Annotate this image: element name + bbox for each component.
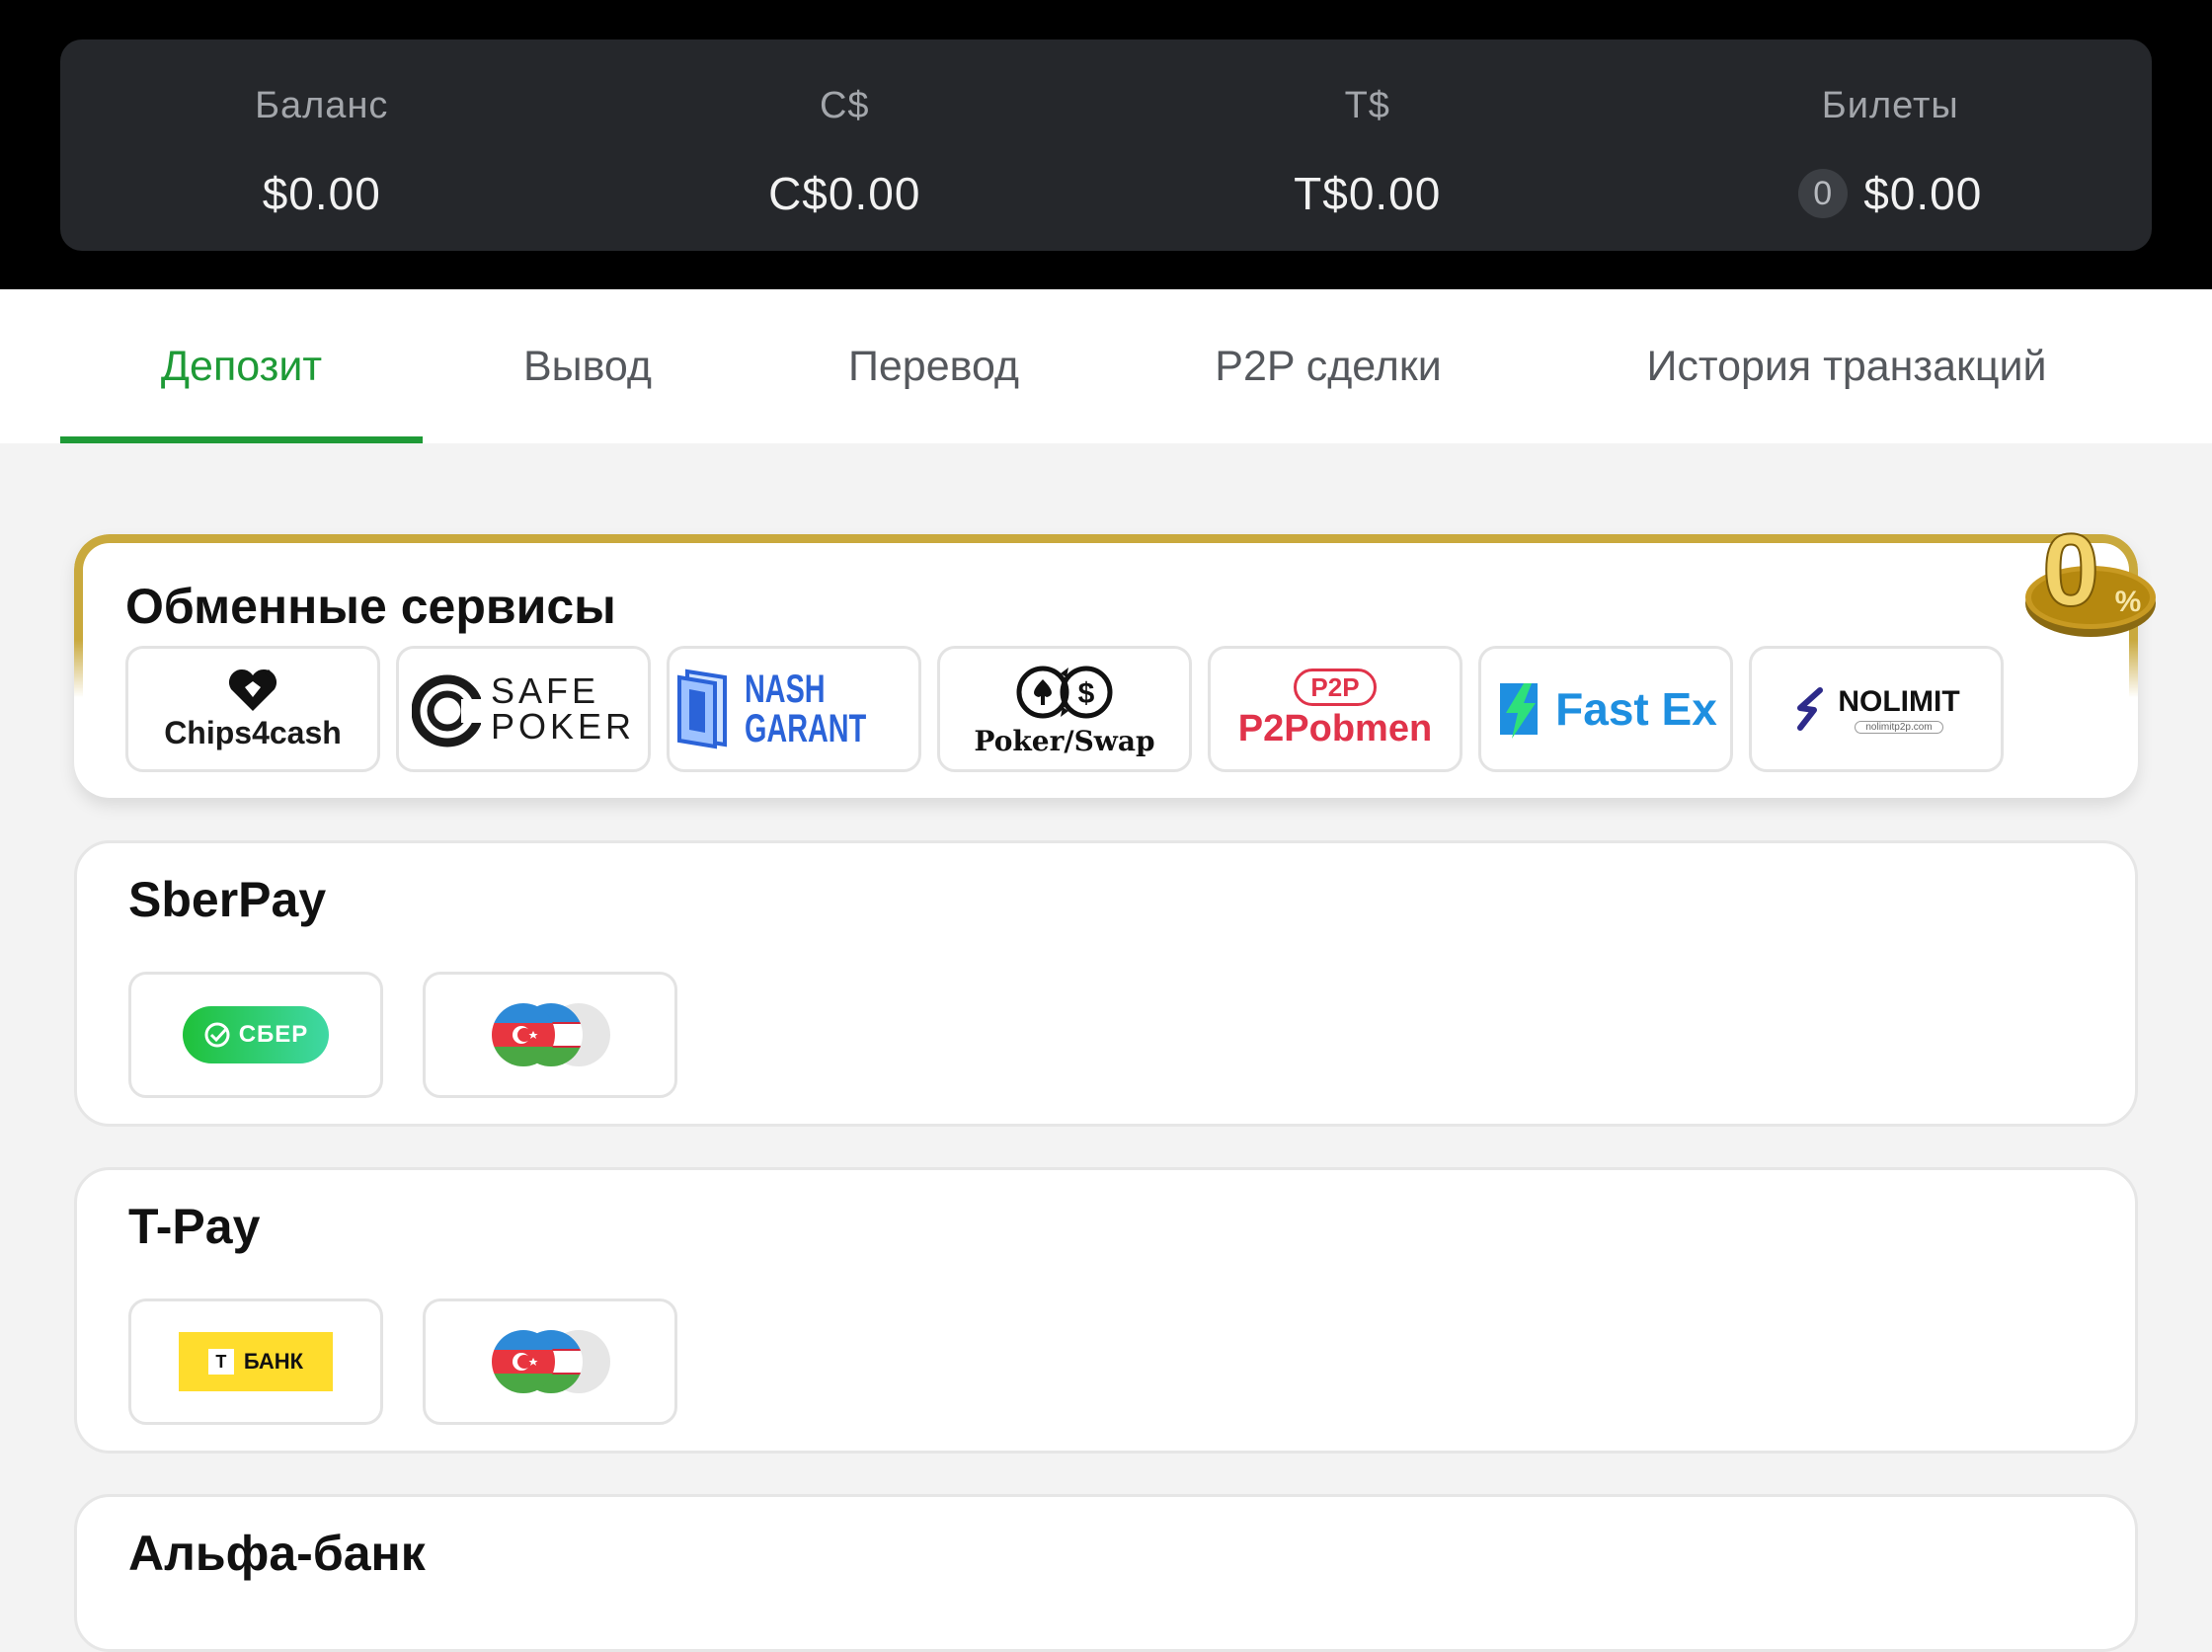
balance-item-tickets: Билеты 0 $0.00 xyxy=(1629,39,2153,251)
balance-card: Баланс $0.00 C$ C$0.00 T$ T$0.00 Билеты … xyxy=(60,39,2152,251)
balance-item-main: Баланс $0.00 xyxy=(60,39,584,251)
sber-label: СБЕР xyxy=(238,1021,309,1048)
method-flag-countries[interactable] xyxy=(423,1298,677,1425)
service-poker-swap[interactable]: $ Poker/Swap xyxy=(937,646,1192,772)
service-fast-ex[interactable]: Fast Ex xyxy=(1478,646,1733,772)
tab-bar: Депозит Вывод Перевод P2P сделки История… xyxy=(0,289,2212,443)
tab-transaction-history[interactable]: История транзакций xyxy=(1620,289,2074,443)
nash-bottom: GARANT xyxy=(745,707,867,750)
safe-poker-top: SAFE xyxy=(490,670,599,711)
checkmark-circle-icon xyxy=(204,1022,230,1048)
nolimit-url: nolimitp2p.com xyxy=(1855,720,1943,734)
tab-deposit[interactable]: Депозит xyxy=(60,289,423,443)
method-tbank[interactable]: Т БАНК xyxy=(128,1298,383,1425)
poker-swap-icon: $ xyxy=(1016,666,1113,718)
method-sber[interactable]: СБЕР xyxy=(128,972,383,1098)
safe-poker-bottom: POKER xyxy=(490,706,636,747)
balance-value: C$0.00 xyxy=(768,168,921,219)
service-label: Chips4cash xyxy=(164,714,342,750)
tab-withdraw[interactable]: Вывод xyxy=(494,289,681,443)
balance-header: Баланс $0.00 C$ C$0.00 T$ T$0.00 Билеты … xyxy=(0,0,2212,289)
sberpay-method-list: СБЕР xyxy=(128,972,677,1098)
service-safe-poker[interactable]: SAFE POKER xyxy=(396,646,651,772)
lightning-icon xyxy=(1500,683,1539,739)
service-label: P2Pobmen xyxy=(1237,707,1433,749)
sberpay-title: SberPay xyxy=(128,872,327,927)
exchange-services-title: Обменные сервисы xyxy=(125,579,616,634)
nash-top: NASH xyxy=(745,668,827,711)
tpay-card: T-Pay Т БАНК xyxy=(74,1167,2138,1454)
alfa-bank-card: Альфа-банк xyxy=(74,1494,2138,1652)
balance-label: Билеты xyxy=(1821,85,1959,126)
safe-poker-icon xyxy=(411,674,481,747)
balance-item-cash: C$ C$0.00 xyxy=(584,39,1107,251)
tpay-title: T-Pay xyxy=(128,1199,261,1254)
tbank-letter: Т xyxy=(207,1349,234,1375)
badge-percent: % xyxy=(2115,586,2142,618)
sberpay-card: SberPay СБЕР xyxy=(74,840,2138,1127)
svg-text:$: $ xyxy=(1078,677,1095,710)
balance-item-tournament: T$ T$0.00 xyxy=(1106,39,1629,251)
tickets-value-row: 0 $0.00 xyxy=(1798,166,1982,221)
method-flag-countries[interactable] xyxy=(423,972,677,1098)
balance-value: T$0.00 xyxy=(1294,168,1442,219)
nash-garant-icon xyxy=(677,669,728,749)
service-nolimit[interactable]: NOLIMIT nolimitp2p.com xyxy=(1749,646,2004,772)
tab-p2p-deals[interactable]: P2P сделки xyxy=(1197,289,1460,443)
service-label: Poker/Swap xyxy=(974,724,1155,757)
zero-percent-badge-icon: 0 % xyxy=(2025,520,2156,637)
service-nash-garant[interactable]: NASH GARANT xyxy=(667,646,921,772)
service-label: NOLIMIT xyxy=(1838,684,1960,718)
service-chips4cash[interactable]: Chips4cash xyxy=(125,646,380,772)
nolimit-icon xyxy=(1797,687,1824,731)
tab-transfer[interactable]: Перевод xyxy=(828,289,1040,443)
exchange-service-list: Chips4cash SAFE POKER NASH GARANT $ Poke… xyxy=(125,646,2004,772)
balance-value: $0.00 xyxy=(262,168,381,219)
tpay-method-list: Т БАНК xyxy=(128,1298,677,1425)
balance-value: $0.00 xyxy=(1863,168,1983,219)
country-flags-icon xyxy=(492,1330,610,1393)
country-flags-icon xyxy=(492,1003,610,1066)
service-label: Fast Ex xyxy=(1555,683,1717,735)
balance-label: Баланс xyxy=(255,85,389,126)
heart-chip-icon xyxy=(228,669,277,711)
tbank-label: БАНК xyxy=(243,1349,304,1374)
sber-logo: СБЕР xyxy=(183,1006,329,1063)
balance-label: T$ xyxy=(1344,85,1390,126)
ticket-count-badge: 0 xyxy=(1798,169,1849,218)
balance-label: C$ xyxy=(819,85,870,126)
badge-zero: 0 xyxy=(2042,520,2099,628)
alfa-bank-title: Альфа-банк xyxy=(128,1526,426,1581)
service-p2pobmen[interactable]: P2P P2Pobmen xyxy=(1208,646,1462,772)
exchange-services-card: Обменные сервисы 0 % Chips4cash SAFE POK… xyxy=(74,520,2156,798)
tbank-logo: Т БАНК xyxy=(179,1332,333,1391)
p2p-icon: P2P xyxy=(1294,668,1377,706)
